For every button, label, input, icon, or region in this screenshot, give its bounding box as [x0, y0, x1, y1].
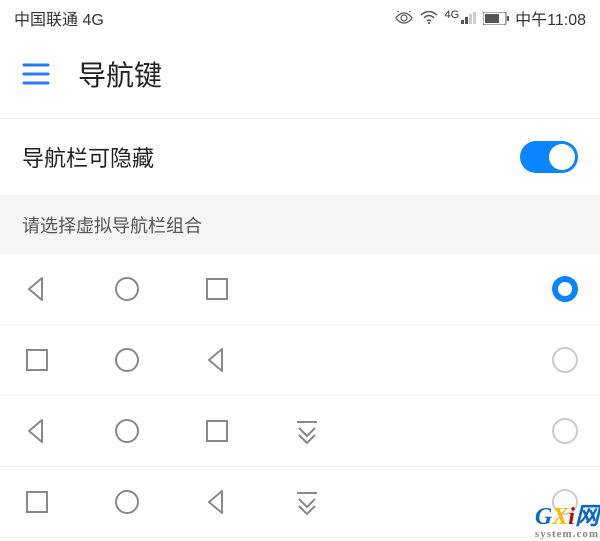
toggle-switch[interactable]: [520, 141, 578, 173]
time-label: 中午11:08: [515, 6, 586, 30]
back-icon: [22, 274, 52, 304]
toggle-navbar-hide-row[interactable]: 导航栏可隐藏: [0, 118, 600, 196]
recent-icon: [202, 274, 232, 304]
home-icon: [112, 345, 142, 375]
back-icon: [202, 345, 232, 375]
radio-button[interactable]: [552, 276, 578, 302]
radio-button[interactable]: [552, 418, 578, 444]
signal-icon: [461, 12, 477, 24]
toggle-label: 导航栏可隐藏: [22, 141, 154, 173]
nav-option-row[interactable]: [0, 467, 600, 538]
menu-icon[interactable]: [22, 63, 50, 85]
watermark: GXi网 system.com: [535, 505, 599, 540]
dropdown-icon: [292, 416, 322, 446]
back-icon: [22, 416, 52, 446]
home-icon: [112, 487, 142, 517]
recent-icon: [22, 345, 52, 375]
options-list: [0, 254, 600, 538]
recent-icon: [202, 416, 232, 446]
nav-option-row[interactable]: [0, 325, 600, 396]
nav-prototype: [22, 345, 232, 375]
carrier-label: 中国联通 4G: [14, 6, 104, 30]
page-title: 导航键: [78, 54, 162, 94]
nav-option-row[interactable]: [0, 254, 600, 325]
home-icon: [112, 416, 142, 446]
nav-prototype: [22, 416, 322, 446]
nav-prototype: [22, 487, 322, 517]
radio-button[interactable]: [552, 347, 578, 373]
recent-icon: [22, 487, 52, 517]
home-icon: [112, 274, 142, 304]
battery-icon: [483, 12, 509, 25]
back-icon: [202, 487, 232, 517]
status-bar: 中国联通 4G 4G 中午11:08: [0, 0, 600, 34]
nav-prototype: [22, 274, 232, 304]
page-header: 导航键: [0, 34, 600, 118]
wifi-icon: [420, 11, 438, 25]
toggle-knob: [549, 144, 575, 170]
signal-4g: 4G: [444, 9, 459, 21]
section-header: 请选择虚拟导航栏组合: [0, 196, 600, 254]
nav-option-row[interactable]: [0, 396, 600, 467]
status-right: 4G 中午11:08: [394, 6, 586, 30]
eye-icon: [394, 11, 414, 25]
dropdown-icon: [292, 487, 322, 517]
